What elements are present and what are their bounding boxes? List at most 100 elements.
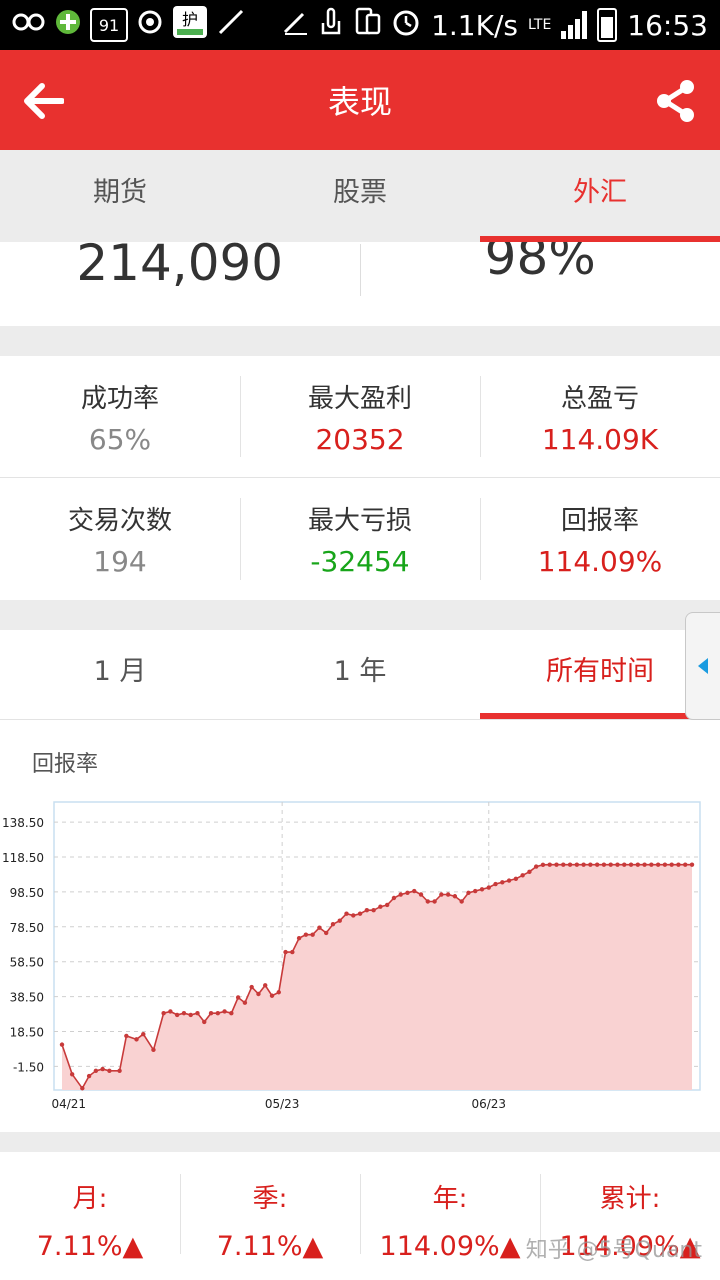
data-point xyxy=(256,991,261,997)
data-point xyxy=(276,990,281,995)
data-point xyxy=(561,862,566,867)
data-point xyxy=(554,862,559,867)
y-tick-label: 18.50 xyxy=(10,1026,44,1040)
data-point xyxy=(323,930,329,936)
data-point xyxy=(493,881,498,887)
data-point xyxy=(466,890,471,895)
data-point xyxy=(384,902,390,908)
stat-return: 回报率 114.09% xyxy=(480,478,720,600)
up-triangle-icon: ▲ xyxy=(302,1231,324,1262)
data-point xyxy=(412,888,417,894)
data-point xyxy=(513,876,519,881)
data-point xyxy=(86,1073,92,1079)
y-tick-label: 138.50 xyxy=(2,816,44,830)
data-point xyxy=(283,949,288,955)
data-point xyxy=(69,1072,75,1077)
data-point xyxy=(222,1009,227,1014)
category-tabs: 期货 股票 外汇 xyxy=(0,150,720,242)
data-point xyxy=(398,892,403,897)
share-button[interactable] xyxy=(650,76,700,126)
data-point xyxy=(608,862,613,867)
back-button[interactable] xyxy=(18,76,68,126)
tab-all-time[interactable]: 所有时间 xyxy=(480,630,720,719)
data-point xyxy=(683,862,688,867)
tab-stocks[interactable]: 股票 xyxy=(240,150,480,242)
page-title: 表现 xyxy=(327,83,392,121)
data-point xyxy=(649,862,654,867)
period-label: 季: xyxy=(252,1184,288,1214)
tab-1-month[interactable]: 1 月 xyxy=(0,630,240,719)
data-point xyxy=(418,892,424,897)
period-tabs: 1 月 1 年 所有时间 xyxy=(0,630,720,720)
stat-success-rate: 成功率 65% xyxy=(0,356,240,477)
data-point xyxy=(235,995,241,1000)
stat-month: 月: 7.11%▲ xyxy=(0,1152,180,1280)
data-point xyxy=(371,908,376,913)
period-stats: 月: 7.11%▲ 季: 7.11%▲ 年: 114.09%▲ 累计: 114.… xyxy=(0,1152,720,1280)
data-point xyxy=(141,1031,146,1037)
tab-forex[interactable]: 外汇 xyxy=(480,150,720,242)
period-label: 月: xyxy=(72,1184,108,1214)
data-point xyxy=(229,1011,234,1016)
svg-text:护: 护 xyxy=(182,10,198,29)
period-value: 7.11% xyxy=(216,1231,303,1262)
net-speed: 1.1K/s xyxy=(431,8,519,42)
return-chart-card: 回报率 138.50 118.50 98.50 78.50 58.50 38.50 18.5… xyxy=(0,720,720,1132)
data-point xyxy=(351,913,356,918)
data-point xyxy=(80,1086,85,1091)
data-point xyxy=(117,1068,122,1073)
tab-1-year[interactable]: 1 年 xyxy=(240,630,480,719)
app-bar: 表现 xyxy=(0,50,720,150)
data-point xyxy=(100,1066,105,1072)
side-drawer-handle[interactable] xyxy=(685,612,720,720)
data-point xyxy=(689,862,695,867)
data-point xyxy=(574,862,580,867)
signal-icon xyxy=(561,11,588,39)
data-point xyxy=(405,890,410,895)
stat-value: 114.09% xyxy=(537,545,663,578)
network-type: LTE xyxy=(528,17,552,33)
data-point xyxy=(195,1011,200,1016)
data-point xyxy=(337,918,342,923)
return-chart: 138.50 118.50 98.50 78.50 58.50 38.50 18.50 -1.… xyxy=(2,801,701,1111)
stat-label: 总盈亏 xyxy=(560,383,639,414)
data-point xyxy=(174,1012,180,1018)
data-point xyxy=(364,908,370,913)
y-tick-label: -1.50 xyxy=(13,1060,44,1074)
data-point xyxy=(669,862,674,867)
data-point xyxy=(296,935,302,941)
data-point xyxy=(93,1068,99,1073)
data-point xyxy=(473,888,478,894)
stat-value: -32454 xyxy=(310,545,410,578)
tab-futures[interactable]: 期货 xyxy=(0,150,240,242)
data-point xyxy=(124,1033,129,1039)
data-point xyxy=(622,862,627,867)
clock: 16:53 xyxy=(627,8,708,42)
data-point xyxy=(269,993,275,998)
alarm-icon xyxy=(391,7,421,44)
security-app-icon xyxy=(54,8,82,43)
data-point xyxy=(134,1037,139,1042)
period-value: 7.11% xyxy=(36,1231,123,1262)
data-point xyxy=(439,892,444,897)
stat-label: 交易次数 xyxy=(67,506,172,536)
period-label: 年: xyxy=(432,1184,468,1214)
data-point xyxy=(452,894,458,899)
data-point xyxy=(303,932,309,937)
data-point xyxy=(151,1047,156,1053)
stat-label: 最大亏损 xyxy=(307,506,412,536)
x-tick-label: 06/23 xyxy=(471,1097,506,1111)
summary-value-right: 98% xyxy=(484,242,596,286)
data-point xyxy=(310,932,315,937)
data-point xyxy=(161,1011,166,1016)
up-triangle-icon: ▲ xyxy=(499,1231,521,1262)
data-point xyxy=(208,1011,214,1016)
x-tick-label: 04/21 xyxy=(51,1097,86,1111)
data-point xyxy=(567,862,573,867)
data-point xyxy=(432,899,437,904)
touch-icon xyxy=(319,7,343,44)
data-point xyxy=(317,925,322,930)
data-point xyxy=(181,1011,187,1016)
data-point xyxy=(344,911,349,916)
data-point xyxy=(242,1000,248,1005)
